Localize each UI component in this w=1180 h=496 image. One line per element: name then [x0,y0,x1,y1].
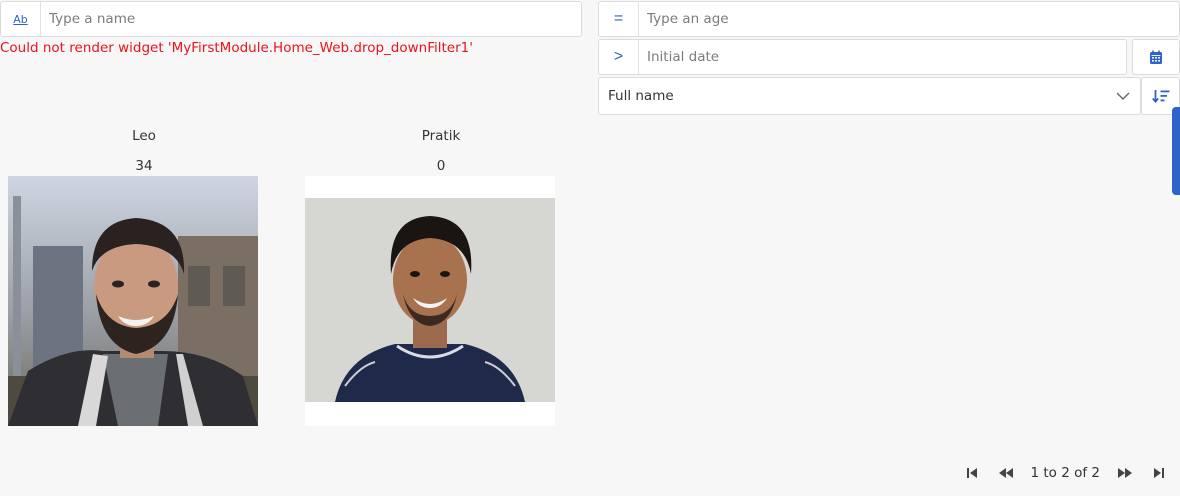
card-age: 34 [135,158,153,174]
card-name: Leo [132,128,156,144]
sort-dropdown[interactable]: Full name [598,77,1141,115]
profile-photo-pratik [305,176,555,426]
text-filter-type-label: Ab [13,12,28,26]
age-comparison-button[interactable]: = [599,2,639,36]
previous-page-icon [998,468,1013,478]
initial-date-input[interactable] [639,40,1126,74]
age-filter: = [598,1,1180,37]
card-name: Pratik [421,128,461,144]
sort-selected-value: Full name [608,88,674,104]
calendar-icon [1150,50,1162,64]
profile-photo-leo [8,176,258,426]
first-page-icon [966,468,977,478]
side-panel-tab[interactable] [1172,107,1180,195]
card-age: 0 [436,158,446,174]
name-search-input[interactable] [41,2,581,36]
greater-than-label: > [613,48,624,65]
chevron-down-icon [1116,92,1130,100]
date-filter: > [598,39,1127,75]
pagination-label: 1 to 2 of 2 [1030,465,1101,481]
pagination: 1 to 2 of 2 [963,464,1169,482]
date-comparison-button[interactable]: > [599,40,639,74]
widget-error-message: Could not render widget 'MyFirstModule.H… [0,40,473,56]
calendar-button[interactable] [1132,39,1180,75]
next-page-button[interactable] [1116,464,1134,482]
equals-label: = [613,10,624,27]
last-page-icon [1154,468,1164,478]
text-filter-type-button[interactable]: Ab [1,2,41,36]
last-page-button[interactable] [1150,464,1168,482]
sort-icon [1151,90,1169,103]
next-page-icon [1118,468,1132,478]
name-filter: Ab [0,1,582,37]
previous-page-button[interactable] [997,464,1015,482]
first-page-button[interactable] [963,464,981,482]
age-input[interactable] [639,2,1179,36]
